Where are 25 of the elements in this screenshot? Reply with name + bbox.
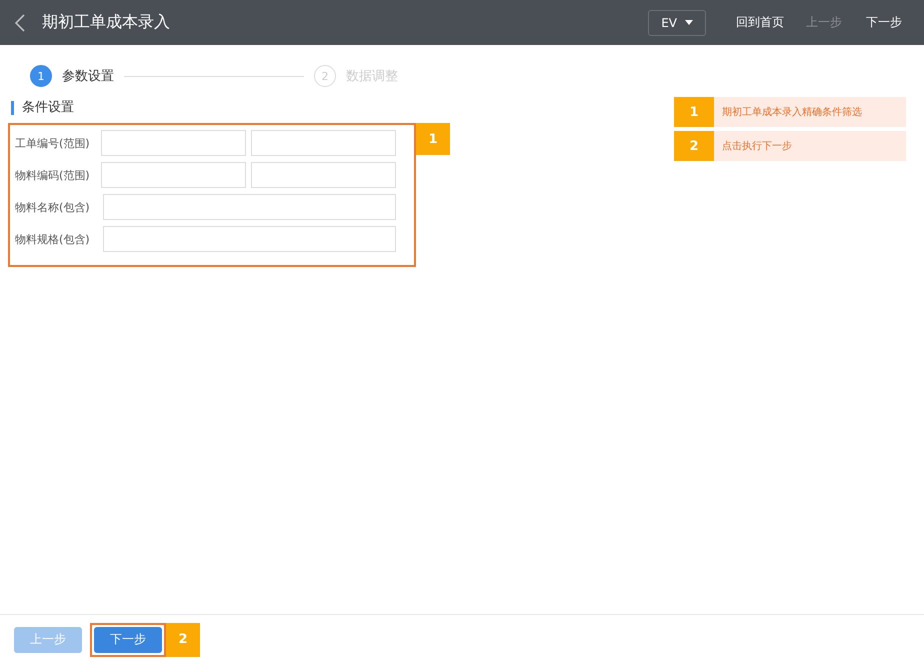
caret-icon: [685, 20, 693, 25]
language-dropdown[interactable]: EV: [648, 10, 706, 36]
field-label: 物料名称(包含): [15, 200, 91, 214]
input-field[interactable]: [103, 226, 396, 252]
field-label: 工单编号(范围): [15, 136, 91, 150]
input-field[interactable]: [101, 162, 246, 188]
input-field[interactable]: [251, 130, 396, 156]
step-button[interactable]: 下一步: [94, 626, 162, 652]
callout-marker: 1: [674, 97, 714, 127]
input-field[interactable]: [101, 130, 246, 156]
callout-marker: 2: [674, 131, 714, 161]
page-title: 期初工单成本录入: [42, 12, 170, 33]
note-text: 点击执行下一步: [721, 140, 792, 154]
callout-marker: 1: [416, 123, 450, 155]
step-label[interactable]: 参数设置: [62, 67, 114, 85]
input-field[interactable]: [251, 162, 396, 188]
back-icon[interactable]: [15, 14, 25, 32]
nav-button[interactable]: 回到首页: [736, 14, 784, 31]
callout-marker: 2: [166, 622, 200, 656]
field-label: 物料规格(包含): [15, 232, 91, 246]
step-number: 1: [30, 65, 52, 87]
note-text: 期初工单成本录入精确条件筛选: [721, 106, 862, 120]
nav-button[interactable]: 下一步: [864, 14, 904, 31]
field-label: 物料编码(范围): [15, 168, 91, 182]
input-field[interactable]: [103, 194, 396, 220]
